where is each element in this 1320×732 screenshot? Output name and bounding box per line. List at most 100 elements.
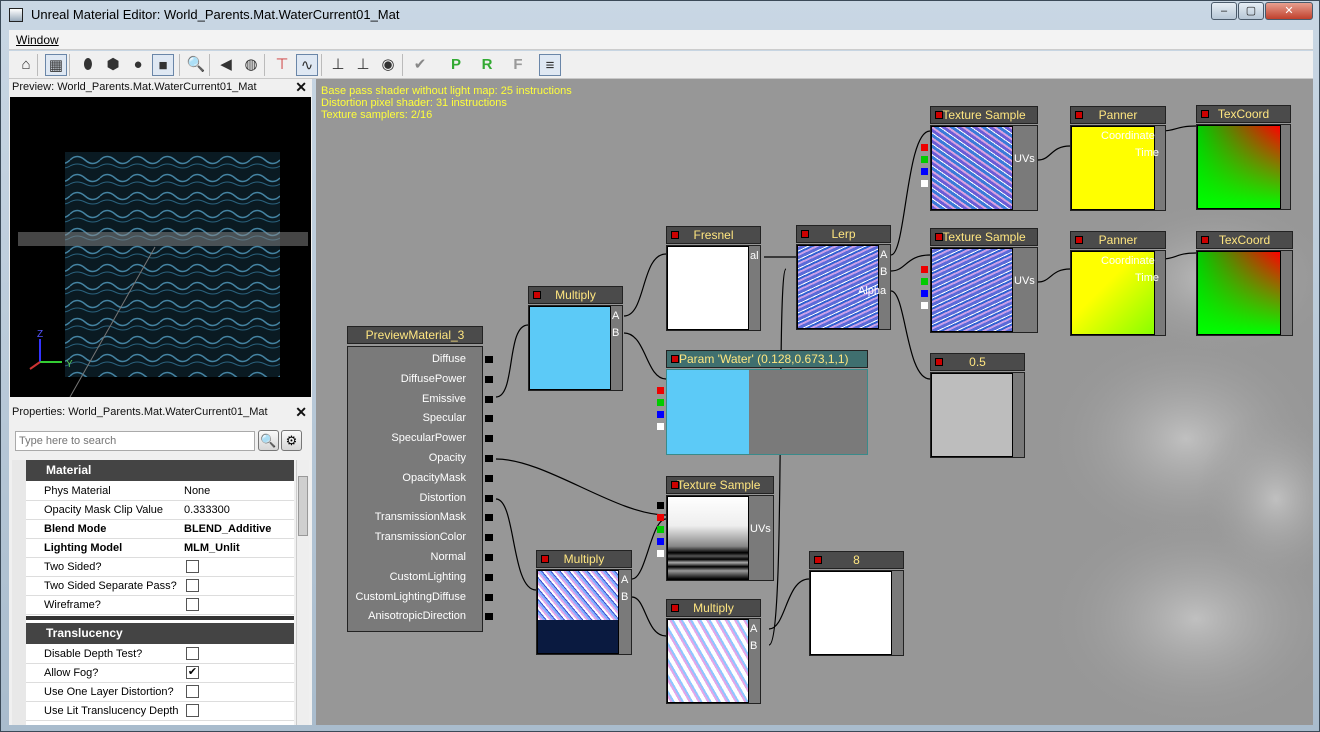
p-icon[interactable]: P: [445, 54, 467, 76]
wire-emissive: [495, 324, 529, 398]
property-checkbox[interactable]: [186, 704, 199, 717]
input-connector[interactable]: [485, 356, 493, 363]
input-a-label: A: [612, 310, 620, 322]
close-properties-icon[interactable]: ✕: [295, 404, 307, 421]
property-row[interactable]: Use Lit Translucency Depth Pass?: [26, 702, 294, 721]
property-key: Blend Mode: [44, 523, 107, 535]
input-time-label: Time: [1135, 147, 1160, 159]
property-key: Opacity Mask Clip Value: [44, 504, 164, 516]
globe-icon[interactable]: ◍: [240, 54, 262, 76]
wire-panner-2: [1037, 268, 1071, 283]
input-connector[interactable]: [485, 395, 493, 403]
grid-icon[interactable]: ▦: [45, 54, 67, 76]
property-row[interactable]: Lighting Model MLM_Unlit: [26, 539, 294, 558]
input-connector[interactable]: [485, 494, 493, 502]
close-preview-icon[interactable]: ✕: [295, 79, 307, 96]
property-key: Allow Fog?: [44, 667, 99, 679]
property-checkbox[interactable]: [186, 685, 199, 698]
left-pane: Preview: World_Parents.Mat.WaterCurrent0…: [9, 79, 312, 725]
material-graph-canvas[interactable]: Base pass shader without light map: 25 i…: [316, 79, 1313, 725]
node-preview-thumb: [667, 370, 749, 454]
pin-icon[interactable]: ⊤: [271, 54, 293, 76]
scroll-thumb[interactable]: [298, 476, 308, 536]
f-icon[interactable]: F: [507, 54, 529, 76]
property-checkbox[interactable]: [186, 579, 199, 592]
curve-icon[interactable]: ∿: [296, 54, 318, 76]
property-value[interactable]: MLM_Unlit: [184, 542, 240, 554]
material-editor-window: Unreal Material Editor: World_Parents.Ma…: [0, 0, 1320, 732]
input-connector[interactable]: [485, 375, 493, 383]
category-translucency[interactable]: Translucency: [26, 623, 294, 644]
wire-texcoord-2: [1161, 252, 1197, 260]
node-title: 8: [853, 553, 860, 567]
sphere-icon[interactable]: ●: [127, 54, 149, 76]
category-material[interactable]: Material: [26, 460, 294, 481]
cylinder-icon[interactable]: ⬮: [77, 54, 99, 76]
eye-icon[interactable]: ◉: [377, 54, 399, 76]
search-options-icon[interactable]: ⚙: [281, 430, 302, 451]
input-connector[interactable]: [485, 415, 493, 423]
node-title: Panner: [1098, 233, 1138, 247]
text-icon[interactable]: ≡: [539, 54, 561, 76]
input-connector[interactable]: [485, 455, 493, 462]
menu-window[interactable]: Window: [16, 33, 59, 47]
node-title: TexCoord: [1217, 107, 1270, 121]
wire-lerp-long: [768, 268, 787, 646]
home-icon[interactable]: ⌂: [15, 54, 37, 76]
input-connector[interactable]: [485, 613, 493, 621]
property-gutter: [12, 460, 26, 725]
connect-icon[interactable]: ⊥: [327, 54, 349, 76]
input-a-label: A: [880, 249, 888, 261]
property-value[interactable]: BLEND_Additive: [184, 523, 271, 535]
input-diffusepower-label: DiffusePower: [400, 372, 466, 385]
property-row[interactable]: Wireframe?: [26, 596, 294, 615]
input-connector[interactable]: [485, 573, 493, 581]
node-preview-thumb: [667, 246, 749, 330]
property-row[interactable]: Two Sided?: [26, 558, 294, 577]
property-checkbox[interactable]: ✔: [186, 666, 199, 679]
input-normal-label: Normal: [430, 551, 466, 563]
property-checkbox[interactable]: [186, 647, 199, 660]
property-row[interactable]: Blend Mode BLEND_Additive: [26, 520, 294, 539]
input-uvs-label: UVs: [1014, 153, 1035, 165]
property-row[interactable]: Disable Depth Test?: [26, 645, 294, 664]
property-row[interactable]: Phys Material None: [26, 482, 294, 501]
properties-title: Properties: World_Parents.Mat.WaterCurre…: [12, 406, 268, 418]
input-connector[interactable]: [485, 534, 493, 542]
input-specularpower-label: SpecularPower: [391, 432, 466, 445]
plane-icon[interactable]: ■: [152, 54, 174, 76]
input-connector[interactable]: [485, 593, 493, 601]
property-search-input[interactable]: [15, 431, 255, 451]
property-value[interactable]: 0.333300: [184, 504, 230, 516]
input-connector[interactable]: [485, 474, 493, 482]
node-preview-thumb: [810, 571, 892, 655]
property-checkbox[interactable]: [186, 598, 199, 611]
apply-check-icon[interactable]: ✔: [409, 54, 431, 76]
property-key: Lighting Model: [44, 542, 123, 554]
back-arrow-icon[interactable]: ◀: [215, 54, 237, 76]
input-transmissionmask-label: TransmissionMask: [374, 511, 466, 524]
property-row[interactable]: Allow Fog? ✔: [26, 664, 294, 683]
preview-viewport[interactable]: Z Y: [10, 97, 311, 397]
input-connector[interactable]: [485, 514, 493, 522]
close-button[interactable]: ✕: [1265, 2, 1313, 20]
minimize-button[interactable]: –: [1211, 2, 1237, 20]
disconnect-icon[interactable]: ⊥: [352, 54, 374, 76]
property-value[interactable]: None: [184, 485, 210, 497]
input-opacitymask-label: OpacityMask: [402, 471, 466, 484]
maximize-button[interactable]: ▢: [1238, 2, 1264, 20]
zoom-icon[interactable]: 🔍: [185, 54, 207, 76]
input-connector[interactable]: [485, 435, 493, 443]
node-title: 0.5: [969, 355, 986, 369]
r-icon[interactable]: R: [476, 54, 498, 76]
node-title: Texture Sample: [677, 478, 761, 492]
property-scrollbar[interactable]: [296, 460, 309, 725]
property-row[interactable]: Opacity Mask Clip Value 0.333300: [26, 501, 294, 520]
property-row[interactable]: Use One Layer Distortion?: [26, 683, 294, 702]
search-icon[interactable]: 🔍: [258, 430, 279, 451]
property-checkbox[interactable]: [186, 560, 199, 573]
cube-icon[interactable]: ⬢: [102, 54, 124, 76]
input-a-label: A: [621, 574, 629, 586]
input-connector[interactable]: [485, 554, 493, 561]
property-row[interactable]: Two Sided Separate Pass?: [26, 577, 294, 596]
